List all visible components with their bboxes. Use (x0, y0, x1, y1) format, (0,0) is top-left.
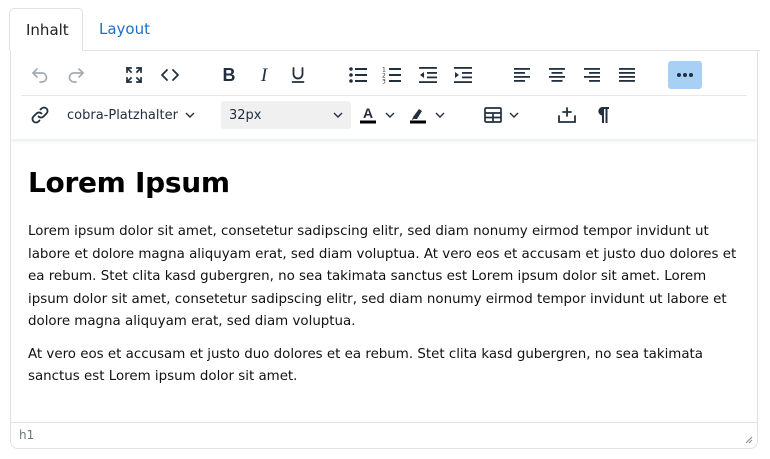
resize-handle-icon[interactable] (743, 434, 753, 444)
show-blocks-button[interactable] (590, 101, 616, 129)
align-center-button[interactable] (544, 61, 570, 89)
link-button[interactable] (27, 101, 53, 129)
outdent-button[interactable] (415, 61, 441, 89)
redo-icon (68, 68, 84, 83)
bold-button[interactable]: B (216, 61, 242, 89)
text-color-button[interactable]: A (357, 101, 379, 129)
editor-toolbar: B I 123 cobra-Platzhalter 32px A (11, 51, 757, 139)
element-path[interactable]: h1 (19, 428, 34, 442)
insert-above-icon (558, 107, 576, 123)
insert-button[interactable] (554, 101, 580, 129)
tab-bar: Inhalt Layout (9, 8, 760, 51)
indent-button[interactable] (450, 61, 476, 89)
text-color-icon: A (360, 105, 376, 124)
more-icon (677, 73, 693, 77)
pilcrow-icon (598, 107, 609, 123)
underline-icon (291, 67, 305, 83)
content-paragraph: At vero eos et accusam et justo duo dolo… (28, 346, 704, 385)
align-left-button[interactable] (509, 61, 535, 89)
undo-button[interactable] (27, 61, 53, 89)
highlighter-icon (410, 109, 426, 124)
link-icon (31, 106, 49, 124)
highlight-color-dropdown[interactable] (433, 101, 447, 129)
align-right-icon (584, 68, 600, 82)
rich-text-editor: B I 123 cobra-Platzhalter 32px A Lorem I… (10, 51, 758, 449)
align-center-icon (549, 68, 565, 82)
bold-icon: B (223, 66, 236, 84)
table-icon (484, 107, 502, 123)
redo-button[interactable] (63, 61, 89, 89)
italic-icon: I (260, 66, 269, 84)
align-right-button[interactable] (579, 61, 605, 89)
tab-inhalt[interactable]: Inhalt (9, 8, 83, 51)
toolbar-row-divider (21, 95, 747, 96)
editor-statusbar: h1 (11, 422, 757, 448)
fullscreen-button[interactable] (121, 61, 147, 89)
chevron-down-icon (185, 112, 195, 118)
align-justify-icon (619, 68, 635, 82)
numbered-list-icon: 123 (382, 67, 401, 85)
outdent-icon (419, 67, 437, 83)
svg-text:I: I (260, 66, 269, 84)
undo-icon (32, 68, 48, 83)
content-paragraph: Lorem ipsum dolor sit amet, consetetur s… (28, 224, 737, 329)
chevron-down-icon (385, 112, 395, 118)
source-code-icon (161, 69, 179, 81)
tab-layout[interactable]: Layout (83, 8, 166, 51)
svg-text:A: A (363, 105, 373, 121)
highlight-color-button[interactable] (407, 101, 429, 129)
editor-content[interactable]: Lorem Ipsum Lorem ipsum dolor sit amet, … (11, 139, 757, 423)
bullet-list-icon (349, 67, 367, 83)
chevron-down-icon (435, 112, 445, 118)
svg-text:3: 3 (382, 79, 386, 85)
source-code-button[interactable] (157, 61, 183, 89)
placeholder-dropdown[interactable]: cobra-Platzhalter (61, 101, 195, 129)
table-button[interactable] (479, 101, 523, 129)
text-color-dropdown[interactable] (383, 101, 397, 129)
underline-button[interactable] (285, 61, 311, 89)
svg-text:B: B (223, 66, 236, 84)
chevron-down-icon (333, 112, 343, 118)
italic-button[interactable]: I (251, 61, 277, 89)
fullscreen-icon (125, 66, 143, 84)
align-justify-button[interactable] (614, 61, 640, 89)
content-heading: Lorem Ipsum (28, 166, 230, 199)
font-size-select[interactable]: 32px (221, 101, 351, 129)
chevron-down-icon (509, 112, 519, 118)
indent-icon (454, 67, 472, 83)
bullet-list-button[interactable] (345, 61, 371, 89)
font-size-value: 32px (229, 107, 262, 123)
placeholder-dropdown-label: cobra-Platzhalter (67, 107, 178, 123)
numbered-list-button[interactable]: 123 (379, 61, 405, 89)
more-button[interactable] (668, 61, 702, 89)
align-left-icon (514, 68, 530, 82)
